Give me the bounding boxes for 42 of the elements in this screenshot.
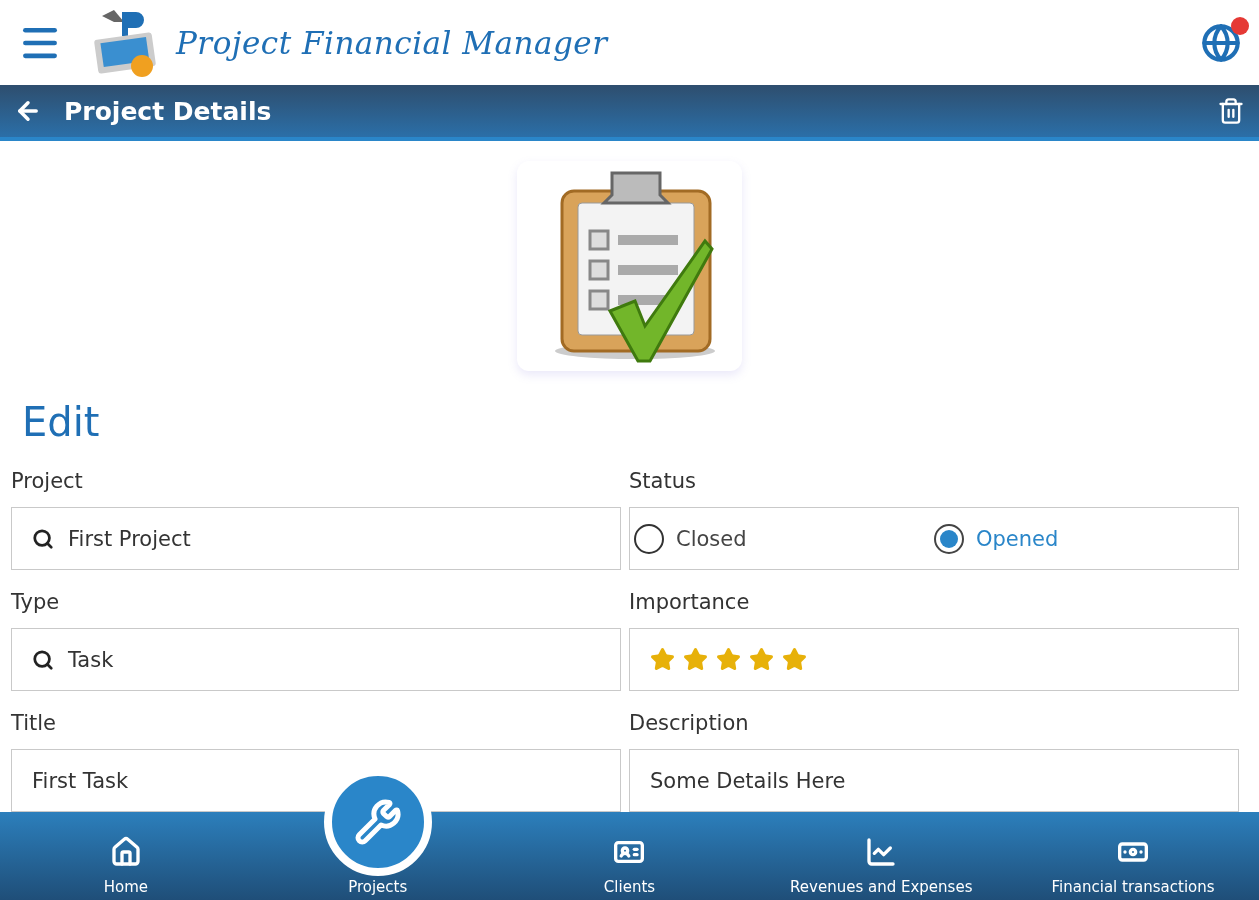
form-heading: Edit xyxy=(22,399,101,447)
globe-icon[interactable] xyxy=(1201,22,1241,63)
field-label: Status xyxy=(629,469,697,493)
search-icon xyxy=(32,527,54,550)
nav-item[interactable]: Clients xyxy=(503,812,756,900)
delete-icon[interactable] xyxy=(1217,97,1245,125)
radio-button[interactable] xyxy=(634,523,664,554)
nav-item[interactable]: Financial transactions xyxy=(1007,812,1259,900)
star-icon[interactable] xyxy=(782,647,807,672)
star-icon[interactable] xyxy=(749,647,774,672)
field-value: First Task xyxy=(32,768,129,793)
text-field[interactable]: Some Details Here xyxy=(629,749,1239,812)
app-title: Project Financial Manager xyxy=(176,24,608,61)
field-label: Title xyxy=(11,711,57,735)
nav-label: Home xyxy=(103,878,149,896)
page-title: Project Details xyxy=(64,96,272,126)
nav-label: Projects xyxy=(348,878,408,896)
field-label: Type xyxy=(11,590,61,614)
field-value: Some Details Here xyxy=(650,768,846,793)
search-icon xyxy=(32,648,54,671)
lookup-field[interactable]: First Project xyxy=(11,507,621,570)
field-value: Task xyxy=(68,647,114,672)
notification-badge xyxy=(1231,16,1249,35)
star-icon[interactable] xyxy=(650,647,675,672)
nav-label: Clients xyxy=(603,878,656,896)
star-icon[interactable] xyxy=(683,647,708,672)
field-label: Description xyxy=(629,711,750,735)
nav-label: Revenues and Expenses xyxy=(790,878,973,896)
field-value: First Project xyxy=(68,526,191,551)
lookup-field[interactable]: Task xyxy=(11,628,621,691)
nav-item[interactable]: Home xyxy=(0,812,252,900)
tools-icon xyxy=(353,798,402,846)
home-icon xyxy=(109,836,142,868)
nav-item[interactable]: Revenues and Expenses xyxy=(755,812,1008,900)
radio-label: Closed xyxy=(676,526,747,551)
field-label: Project xyxy=(11,469,84,493)
radio-button[interactable] xyxy=(934,523,964,554)
field-label: Importance xyxy=(629,590,751,614)
star-icon[interactable] xyxy=(716,647,741,672)
text-field[interactable]: First Task xyxy=(11,749,621,812)
radio-label: Opened xyxy=(976,526,1059,551)
nav-label: Financial transactions xyxy=(1051,878,1215,896)
